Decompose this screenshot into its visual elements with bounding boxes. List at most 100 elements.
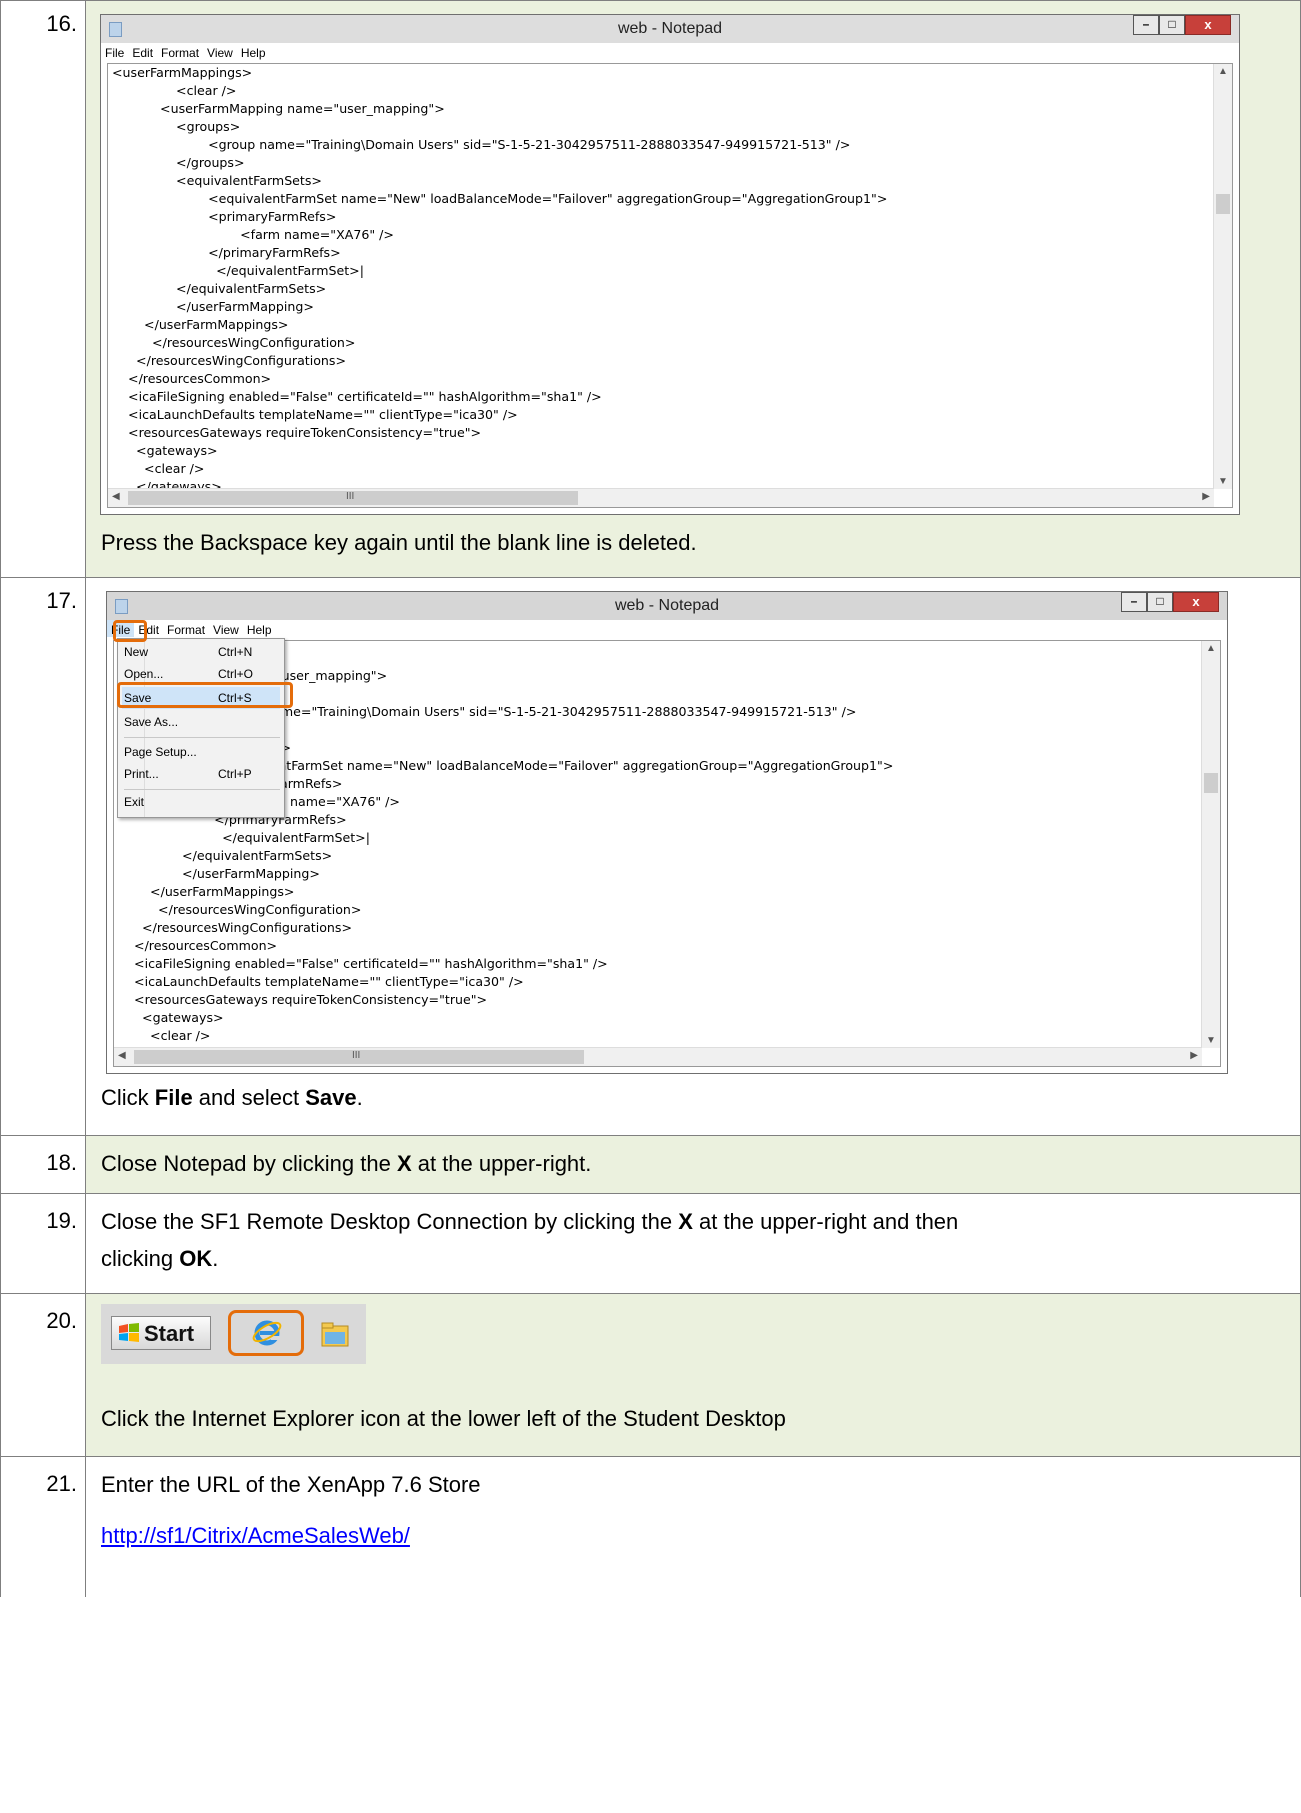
maximize-button[interactable]: □ [1159,15,1185,35]
menu-item-save-as[interactable]: Save As... [124,711,284,733]
scroll-mark: III [352,1050,361,1061]
step-text-part: clicking [101,1246,180,1271]
close-button[interactable]: x [1173,592,1219,612]
step-text-part: at the upper-right and then [692,1209,959,1234]
menu-bar: File Edit Format View Help [101,43,1239,63]
menu-item-shortcut: Ctrl+N [218,645,253,659]
step-number-text: 16. [46,11,77,36]
step-text-bold: X [678,1209,693,1234]
close-button[interactable]: x [1185,15,1231,35]
maximize-button[interactable]: □ [1147,592,1173,612]
vertical-scrollbar[interactable]: ▲ ▼ [1213,64,1232,489]
step-row-19: 19. Close the SF1 Remote Desktop Connect… [0,1194,1301,1294]
step-number-text: 21. [46,1471,77,1496]
step-cell: Close Notepad by clicking the X at the u… [86,1136,1301,1193]
horizontal-scrollbar[interactable]: ◀ III ▶ [114,1047,1202,1066]
menu-help[interactable]: Help [243,620,276,637]
menu-item-label: New [124,645,149,659]
save-item-highlight [117,682,293,708]
step-cell: web - Notepad – □ x File Edit Format View He… [86,1,1301,577]
step-number: 19. [0,1194,86,1293]
step-number: 21. [0,1457,86,1597]
step-number-text: 19. [46,1208,77,1233]
minimize-button[interactable]: – [1133,15,1159,35]
step-text-part: Close Notepad by clicking the [101,1151,397,1176]
text-area[interactable]: <userFarmMappings> <clear /> <userFarmMa… [107,63,1233,508]
step-row-18: 18. Close Notepad by clicking the X at t… [0,1136,1301,1194]
menu-item-exit[interactable]: Exit [124,791,284,813]
step-text-part: . [212,1246,219,1271]
caption-text: . [356,1085,363,1110]
menu-separator [124,789,280,790]
scroll-up-icon[interactable]: ▲ [1206,643,1216,654]
notepad-window: web - Notepad – □ x File Edit Format View He… [100,14,1240,515]
file-content: <userFarmMappings> <clear /> <userFarmMa… [112,65,888,494]
file-menu-dropdown: New Ctrl+N Open... Ctrl+O Save Ctrl+S Save … [117,638,285,818]
step-cell: Enter the URL of the XenApp 7.6 Store ht… [86,1457,1301,1597]
file-menu-highlight [113,620,147,642]
scroll-down-icon[interactable]: ▼ [1218,476,1228,487]
step-number-text: 20. [46,1308,77,1333]
menu-item-label: Save As... [124,715,179,729]
step-text-part: Close the SF1 Remote Desktop Connection … [101,1209,679,1234]
scroll-thumb[interactable] [1204,773,1218,793]
title-bar: web - Notepad – □ x [107,592,1227,621]
step-cell: Start Click the Internet Explorer icon a… [86,1294,1301,1456]
menu-view[interactable]: View [203,43,237,60]
window-controls: – □ x [1133,15,1231,37]
minimize-button[interactable]: – [1121,592,1147,612]
taskbar-image: Start [101,1304,366,1364]
menu-item-new[interactable]: New Ctrl+N [124,641,284,663]
step-row-17: 17. web - Notepad – □ x File Edit Format Vi… [0,578,1301,1136]
step-caption: Press the Backspace key again until the … [101,530,697,555]
scroll-right-icon[interactable]: ▶ [1202,491,1210,502]
menu-view[interactable]: View [209,620,243,637]
step-text: Close Notepad by clicking the X at the u… [101,1149,591,1179]
step-row-20: 20. Start Click the Internet Explorer ic… [0,1294,1301,1457]
caption-bold-file: File [154,1085,193,1110]
menu-format[interactable]: Format [157,43,203,60]
window-controls: – □ x [1121,592,1219,614]
menu-item-print[interactable]: Print... Ctrl+P [124,763,284,785]
step-number: 20. [0,1294,86,1456]
menu-help[interactable]: Help [237,43,270,60]
menu-edit[interactable]: Edit [128,43,157,60]
start-label: Start [144,1321,195,1346]
step-caption: Click the Internet Explorer icon at the … [101,1406,786,1431]
caption-bold-save: Save [305,1085,357,1110]
scroll-mark: III [346,491,355,502]
start-button[interactable]: Start [111,1316,211,1350]
menu-item-label: Exit [124,795,145,809]
caption-text: Click [101,1085,155,1110]
vertical-scrollbar[interactable]: ▲ ▼ [1201,641,1220,1048]
horizontal-scrollbar[interactable]: ◀ III ▶ [108,488,1214,507]
step-cell: Close the SF1 Remote Desktop Connection … [86,1194,1301,1293]
windows-flag-icon [119,1323,139,1342]
step-text-part: at the upper-right. [411,1151,592,1176]
url-line: http://sf1/Citrix/AcmeSalesWeb/ [101,1521,410,1551]
scroll-up-icon[interactable]: ▲ [1218,66,1228,77]
menu-item-label: Open... [124,667,164,681]
menu-item-label: Print... [124,767,159,781]
menu-format[interactable]: Format [163,620,209,637]
menu-file[interactable]: File [101,43,128,60]
scroll-right-icon[interactable]: ▶ [1190,1050,1198,1061]
step-text-bold: OK [179,1246,213,1271]
step-text-line1: Close the SF1 Remote Desktop Connection … [101,1207,958,1237]
title-bar: web - Notepad – □ x [101,15,1239,44]
step-caption: Click File and select Save. [101,1083,363,1113]
scroll-left-icon[interactable]: ◀ [112,491,120,502]
menu-item-shortcut: Ctrl+P [218,767,252,781]
scroll-thumb[interactable] [1216,194,1230,214]
internet-explorer-icon[interactable] [251,1316,283,1348]
file-explorer-icon[interactable] [321,1322,349,1348]
scroll-left-icon[interactable]: ◀ [118,1050,126,1061]
store-url-link[interactable]: http://sf1/Citrix/AcmeSalesWeb/ [101,1523,410,1548]
step-text: Enter the URL of the XenApp 7.6 Store [101,1472,481,1497]
step-text-bold: X [396,1151,412,1176]
step-number-text: 17. [46,588,77,613]
menu-item-page-setup[interactable]: Page Setup... [124,741,284,763]
step-text-line2: clicking OK. [101,1244,218,1274]
scroll-down-icon[interactable]: ▼ [1206,1035,1216,1046]
step-cell: web - Notepad – □ x File Edit Format View He… [86,578,1301,1135]
